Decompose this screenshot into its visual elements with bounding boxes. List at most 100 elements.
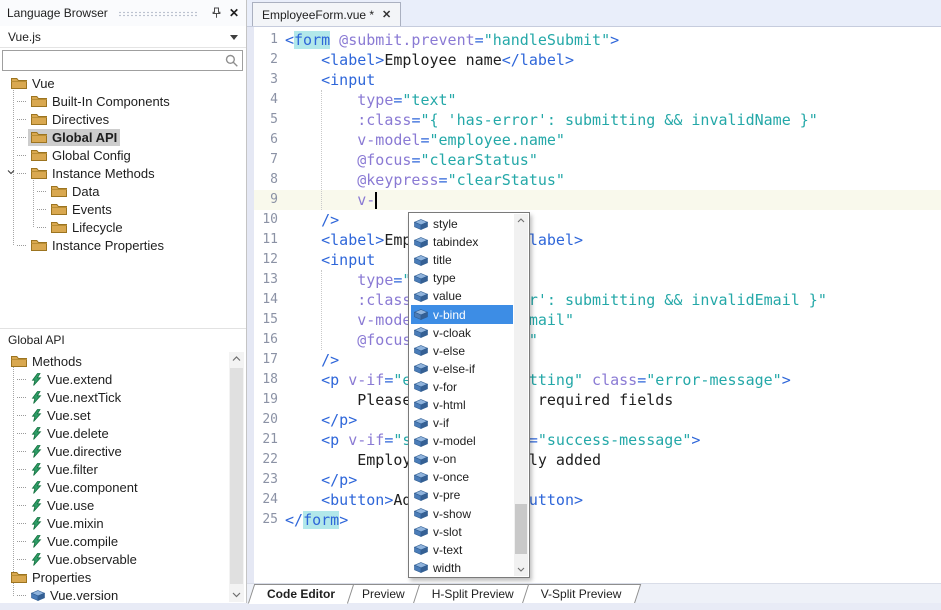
code-line: v-: [285, 190, 827, 210]
completion-item-title[interactable]: title: [411, 251, 513, 269]
tree-scrollbar[interactable]: [229, 352, 244, 602]
tab-preview[interactable]: Preview: [346, 584, 421, 604]
tree-item-vue-nexttick[interactable]: Vue.nextTick: [0, 388, 228, 406]
completion-item-v-text[interactable]: v-text: [411, 541, 513, 559]
tree-item-events[interactable]: Events: [0, 200, 246, 218]
completion-item-v-else-if[interactable]: v-else-if: [411, 360, 513, 378]
line-number: 1: [254, 30, 278, 50]
completion-item-v-once[interactable]: v-once: [411, 468, 513, 486]
scrollbar-thumb[interactable]: [515, 504, 527, 554]
cube-icon: [414, 418, 428, 429]
tab-h-split-preview[interactable]: H-Split Preview: [416, 584, 530, 604]
tree-item-directives[interactable]: Directives: [0, 110, 246, 128]
tree-item-global-config[interactable]: Global Config: [0, 146, 246, 164]
tab-employeeform-vue[interactable]: EmployeeForm.vue * ✕: [252, 2, 401, 26]
tree-item-vue-set[interactable]: Vue.set: [0, 406, 228, 424]
completion-scrollbar[interactable]: [514, 214, 528, 576]
tree-item-vue-directive[interactable]: Vue.directive: [0, 442, 228, 460]
completion-item-v-html[interactable]: v-html: [411, 396, 513, 414]
close-icon[interactable]: ✕: [229, 6, 239, 20]
tree-item-lifecycle[interactable]: Lifecycle: [0, 218, 246, 236]
tree-item-vue-component[interactable]: Vue.component: [0, 478, 228, 496]
tree-item-instance-methods[interactable]: Instance Methods: [0, 164, 246, 182]
folder-icon: [51, 203, 67, 215]
tree-connector: [37, 191, 46, 192]
completion-item-v-show[interactable]: v-show: [411, 505, 513, 523]
tree-item-vue-observable[interactable]: Vue.observable: [0, 550, 228, 568]
completion-item-value[interactable]: value: [411, 287, 513, 305]
code-line: <form @submit.prevent="handleSubmit">: [285, 30, 827, 50]
completion-item-v-for[interactable]: v-for: [411, 378, 513, 396]
completion-item-v-slot[interactable]: v-slot: [411, 523, 513, 541]
tree-item-data[interactable]: Data: [0, 182, 246, 200]
completion-item-v-if[interactable]: v-if: [411, 414, 513, 432]
tab-code-editor[interactable]: Code Editor: [251, 584, 351, 604]
pin-icon[interactable]: [211, 7, 222, 19]
scroll-down-icon[interactable]: [514, 563, 528, 576]
completion-item-label: v-show: [433, 507, 471, 521]
bolt-icon: [31, 535, 42, 548]
bolt-icon: [31, 463, 42, 476]
scroll-down-icon[interactable]: [229, 588, 244, 602]
tree-item-instance-properties[interactable]: Instance Properties: [0, 236, 246, 254]
code-line: type="text": [285, 90, 827, 110]
tree-item-label: Built-In Components: [52, 94, 170, 109]
tree-item-global-api[interactable]: Global API: [0, 128, 246, 146]
line-number: 12: [254, 250, 278, 270]
completion-item-v-cloak[interactable]: v-cloak: [411, 324, 513, 342]
completion-item-type[interactable]: type: [411, 269, 513, 287]
close-icon[interactable]: ✕: [382, 8, 391, 21]
tab-label: V-Split Preview: [541, 587, 622, 601]
tree-item-vue-extend[interactable]: Vue.extend: [0, 370, 228, 388]
tab-v-split-preview[interactable]: V-Split Preview: [525, 584, 638, 604]
code-text[interactable]: <form @submit.prevent="handleSubmit"> <l…: [285, 30, 827, 530]
cube-icon: [414, 345, 428, 356]
completion-item-label: v-for: [433, 380, 457, 394]
tree-item-vue-delete[interactable]: Vue.delete: [0, 424, 228, 442]
search-input[interactable]: [3, 54, 225, 68]
language-browser-panel: Language Browser ✕ Vue.js Vue Built-In Co…: [0, 0, 246, 610]
line-number: 3: [254, 70, 278, 90]
tree-item-vue-compile[interactable]: Vue.compile: [0, 532, 228, 550]
line-number: 20: [254, 410, 278, 430]
folder-icon: [11, 355, 27, 367]
chevron-down-icon[interactable]: [7, 170, 15, 175]
scroll-up-icon[interactable]: [229, 352, 244, 366]
completion-item-v-model[interactable]: v-model: [411, 432, 513, 450]
completion-item-v-bind[interactable]: v-bind: [411, 305, 513, 323]
scroll-up-icon[interactable]: [514, 214, 528, 227]
tree-item-vue-mixin[interactable]: Vue.mixin: [0, 514, 228, 532]
cube-icon: [414, 237, 428, 248]
tree-item-vue[interactable]: Vue: [0, 74, 246, 92]
code-line: <input: [285, 70, 827, 90]
completion-item-v-pre[interactable]: v-pre: [411, 486, 513, 504]
tree-item-vue-filter[interactable]: Vue.filter: [0, 460, 228, 478]
language-select[interactable]: Vue.js: [0, 26, 246, 48]
completion-item-tabindex[interactable]: tabindex: [411, 233, 513, 251]
panel-title: Language Browser: [7, 6, 108, 20]
tree-item-label: Vue.compile: [47, 534, 118, 549]
cube-icon: [414, 562, 428, 573]
completion-item-v-on[interactable]: v-on: [411, 450, 513, 468]
line-number: 8: [254, 170, 278, 190]
tree-item-vue-version[interactable]: Vue.version: [0, 586, 228, 604]
search-box: [2, 50, 243, 71]
tab-label: Code Editor: [267, 587, 335, 601]
tree-item-vue-use[interactable]: Vue.use: [0, 496, 228, 514]
tree-item-built-in-components[interactable]: Built-In Components: [0, 92, 246, 110]
cube-icon: [31, 590, 45, 601]
completion-item-style[interactable]: style: [411, 215, 513, 233]
tree-item-properties[interactable]: Properties: [0, 568, 228, 586]
code-line: @focus="clearStatus": [285, 330, 827, 350]
tree-item-methods[interactable]: Methods: [0, 352, 228, 370]
completion-item-v-else[interactable]: v-else: [411, 342, 513, 360]
bolt-icon: [31, 481, 42, 494]
completion-item-width[interactable]: width: [411, 559, 513, 575]
completion-item-label: width: [433, 561, 461, 575]
drag-grip[interactable]: [118, 11, 197, 17]
tree-item-label: Vue.use: [47, 498, 94, 513]
completion-item-label: v-cloak: [433, 326, 471, 340]
scrollbar-thumb[interactable]: [230, 368, 243, 584]
code-line: />: [285, 350, 827, 370]
code-editor[interactable]: 1234567891011121314151617181920212223242…: [247, 27, 941, 583]
